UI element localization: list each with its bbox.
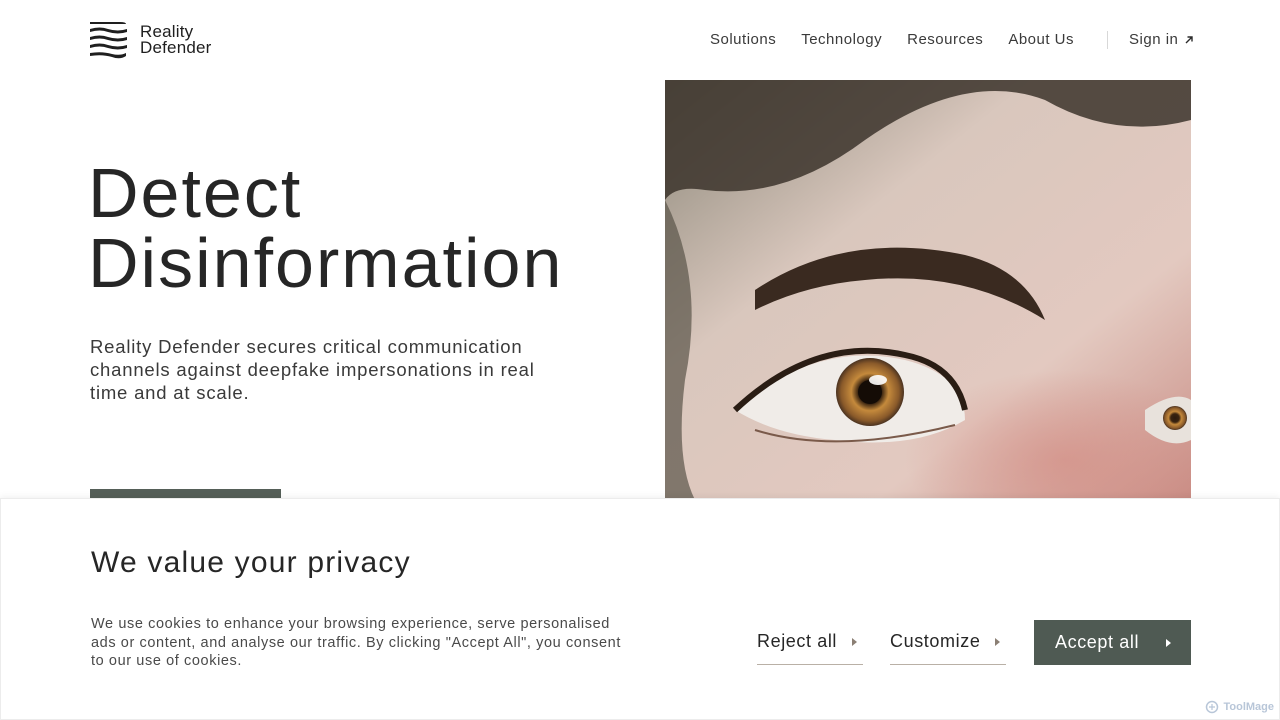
cookie-description: We use cookies to enhance your browsing … [91, 616, 621, 669]
accept-all-label: Accept all [1055, 632, 1140, 652]
accept-all-button[interactable]: Accept all [1034, 620, 1191, 665]
customize-button[interactable]: Customize [890, 621, 1006, 665]
nav-resources[interactable]: Resources [907, 30, 983, 50]
triangle-right-icon [852, 637, 857, 646]
hero-title-line-1: Detect [88, 154, 303, 232]
hero-subtitle: Reality Defender secures critical commun… [90, 336, 535, 403]
nav-about-us[interactable]: About Us [1008, 30, 1074, 50]
main-nav: Solutions Technology Resources About Us … [710, 30, 1194, 50]
triangle-right-icon [995, 637, 1000, 646]
sign-in-link[interactable]: Sign in [1129, 30, 1194, 50]
logo-line-2: Defender [140, 38, 212, 57]
watermark: ToolMage [1205, 700, 1274, 714]
arrow-up-right-icon [1185, 36, 1194, 44]
nav-solutions[interactable]: Solutions [710, 30, 776, 50]
stripes-logo-icon [90, 22, 127, 59]
reject-all-button[interactable]: Reject all [757, 621, 863, 665]
triangle-right-icon [1166, 638, 1171, 647]
brand-logo[interactable]: Reality Defender [90, 20, 212, 60]
watermark-text: ToolMage [1223, 701, 1274, 713]
cookie-title: We value your privacy [91, 546, 411, 579]
eye-photo-illustration [665, 80, 1191, 500]
reject-all-label: Reject all [757, 631, 838, 651]
nav-technology[interactable]: Technology [801, 30, 882, 50]
sign-in-label: Sign in [1129, 31, 1179, 48]
nav-divider [1107, 31, 1109, 49]
hero-title: Detect Disinformation [88, 158, 563, 298]
hero-title-line-2: Disinformation [88, 224, 564, 302]
watermark-logo-icon [1206, 700, 1219, 714]
cookie-banner: We value your privacy We use cookies to … [0, 498, 1280, 720]
logo-wordmark: Reality Defender [140, 23, 212, 57]
hero-eye-image [665, 80, 1191, 500]
customize-label: Customize [890, 631, 981, 651]
